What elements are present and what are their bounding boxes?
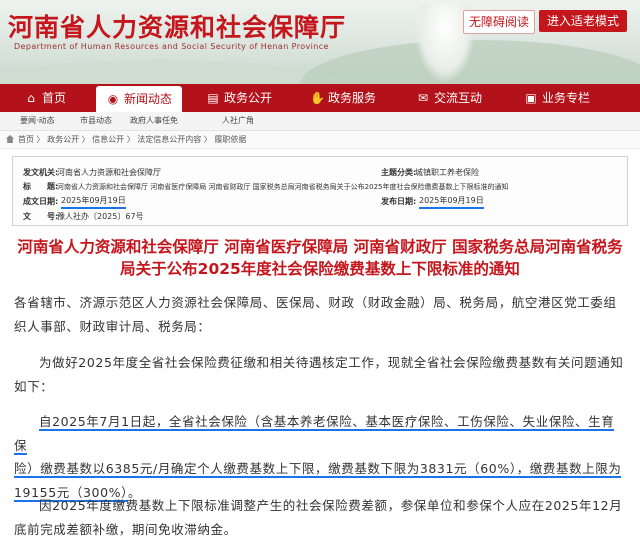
info-label: 发布日期: [381,197,417,206]
breadcrumb-path[interactable]: 首页 〉 政务公开 〉 信息公开 〉 法定信息公开内容 〉 履职依据 [18,131,246,148]
site-banner: 河南省人力资源和社会保障厅 Department of Human Resour… [0,0,640,84]
chat-icon: ✉ [417,91,429,105]
home-icon: ⌂ [27,91,35,105]
info-topic: 城镇职工养老保险 [415,168,479,177]
info-topic-row: 主题分类:城镇职工养老保险 [381,167,479,178]
nav-item-business[interactable]: ▣ 业务专栏 [524,84,590,112]
highlight-line: 险）缴费基数以6385元/月确定个人缴费基数上下限，缴费基数下限为3831元（6… [14,461,622,478]
sub-nav: 要闻·动态 市县动态 政府人事任免 人社广角 [0,112,640,131]
info-label: 标 题: [23,182,59,191]
info-label: 文 号: [23,212,59,221]
subnav-item[interactable]: 政府人事任免 [130,112,178,130]
nav-item-interaction[interactable]: ✉ 交流互动 [416,84,482,112]
handshake-icon: ✋ [310,91,325,105]
info-issuer: 河南省人力资源和社会保障厅 [57,168,161,177]
nav-item-label: 交流互动 [434,91,483,105]
info-label: 发文机关: [23,168,59,177]
briefcase-icon: ▣ [525,91,537,105]
nav-item-gov-service[interactable]: ✋ 政务服务 [310,84,376,112]
accessibility-button[interactable]: 无障碍阅读 [463,10,535,34]
subnav-item[interactable]: 人社广角 [222,112,254,130]
nav-item-label: 政务公开 [224,91,273,105]
nav-item-label: 新闻动态 [124,92,173,106]
nav-item-home[interactable]: ⌂ 首页 [24,84,66,112]
info-doc-number: 豫人社办〔2025〕67号 [57,212,144,221]
info-published-row: 发布日期: [381,196,417,207]
info-issuer-row: 发文机关:河南省人力资源和社会保障厅 [23,167,161,178]
info-published-date: 2025年09月19日 [419,195,484,209]
nav-item-label: 政务服务 [328,91,377,105]
info-title-row: 标 题:河南省人力资源和社会保障厅 河南省医疗保障局 河南省财政厅 国家税务总局… [23,181,509,192]
elder-mode-button[interactable]: 进入适老模式 [539,10,627,32]
main-nav: ⌂ 首页 ◉ 新闻动态 ▤ 政务公开 ✋ 政务服务 ✉ 交流互动 ▣ 业务专栏 [0,84,640,112]
article-title: 河南省人力资源和社会保障厅 河南省医疗保障局 河南省财政厅 国家税务总局河南省税… [17,238,623,278]
site-subtitle: Department of Human Resources and Social… [14,42,329,51]
article-intro: 为做好2025年度全省社会保险费征缴和相关待遇核定工作，现就全省社会保险缴费基数… [14,355,624,394]
broadcast-icon: ◉ [107,92,119,106]
info-label: 成文日期: [23,197,59,206]
info-created-row: 成文日期: [23,196,59,207]
nav-item-news[interactable]: ◉ 新闻动态 [96,86,183,112]
article-paragraph-1: 自2025年7月1日起，全省社会保险（含基本养老保险、基本医疗保险、工伤保险、失… [14,410,626,504]
document-info-box: 发文机关:河南省人力资源和社会保障厅 主题分类:城镇职工养老保险 标 题:河南省… [12,156,628,226]
nav-item-label: 首页 [42,91,67,105]
highlight-line: 自2025年7月1日起，全省社会保险（含基本养老保险、基本医疗保险、工伤保险、失… [14,414,615,455]
nav-item-gov-info[interactable]: ▤ 政务公开 [206,84,272,112]
article-paragraph-2: 因2025年度缴费基数上下限标准调整产生的社会保险费差额，参保单位和参保个人应在… [14,498,623,537]
nav-item-label: 业务专栏 [542,91,591,105]
article-recipients: 各省辖市、济源示范区人力资源社会保障局、医保局、财政（财政金融）局、税务局，航空… [14,295,617,334]
home-icon [6,135,14,143]
document-icon: ▤ [207,91,219,105]
breadcrumb: 首页 〉 政务公开 〉 信息公开 〉 法定信息公开内容 〉 履职依据 [0,131,640,149]
info-docno-row: 文 号:豫人社办〔2025〕67号 [23,211,144,222]
info-created-date: 2025年09月19日 [61,195,126,209]
info-title: 河南省人力资源和社会保障厅 河南省医疗保障局 河南省财政厅 国家税务总局河南省税… [57,183,509,191]
subnav-item[interactable]: 市县动态 [80,112,112,130]
info-label: 主题分类: [381,168,417,177]
subnav-item[interactable]: 要闻·动态 [20,112,55,130]
site-title[interactable]: 河南省人力资源和社会保障厅 [8,8,346,44]
